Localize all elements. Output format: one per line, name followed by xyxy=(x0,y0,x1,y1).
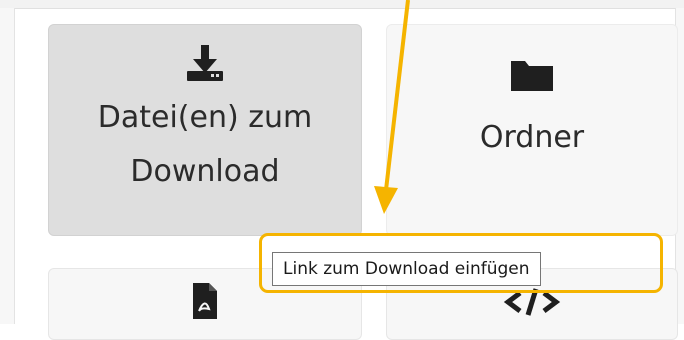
folder-icon xyxy=(511,61,553,91)
download-tile-label: Datei(en) zum Download xyxy=(97,100,313,189)
download-icon xyxy=(187,45,223,81)
annotation-highlight-box xyxy=(259,233,663,293)
pdf-file-icon xyxy=(193,283,217,319)
folder-tile-label: Ordner xyxy=(479,120,585,155)
window-top-border xyxy=(0,0,684,9)
download-files-tile[interactable]: Datei(en) zum Download xyxy=(48,24,362,236)
folder-tile[interactable]: Ordner xyxy=(386,24,678,236)
left-panel-edge xyxy=(0,8,15,324)
